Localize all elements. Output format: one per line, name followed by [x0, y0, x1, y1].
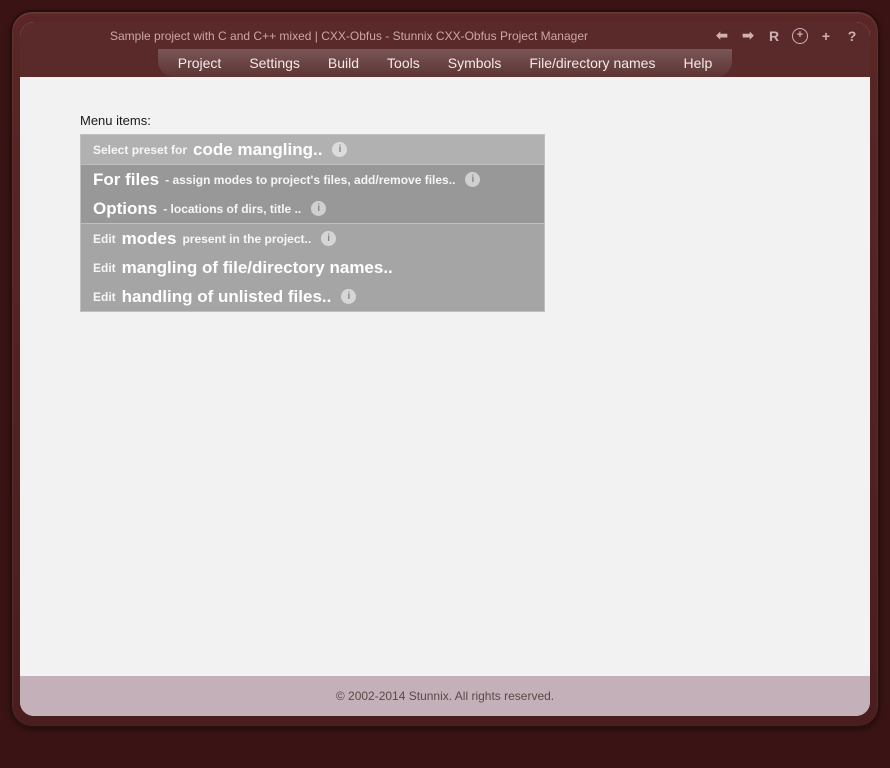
info-icon[interactable]: i — [321, 231, 336, 246]
row-main: For files — [93, 170, 159, 190]
menu-items-heading: Menu items: — [80, 113, 810, 128]
row-prefix: Select preset for — [93, 143, 187, 157]
window-content: Sample project with C and C++ mixed | CX… — [20, 22, 870, 716]
title-controls: ⬅ ➡ R + + ? — [714, 28, 860, 44]
menu-symbols[interactable]: Symbols — [448, 55, 502, 71]
menu-help[interactable]: Help — [683, 55, 712, 71]
info-icon[interactable]: i — [341, 289, 356, 304]
zoom-icon[interactable]: + — [792, 28, 808, 44]
row-edit-unlisted[interactable]: Edit handling of unlisted files.. i — [81, 282, 544, 311]
row-for-files[interactable]: For files - assign modes to project's fi… — [81, 165, 544, 194]
help-icon[interactable]: ? — [844, 28, 860, 44]
window-title: Sample project with C and C++ mixed | CX… — [110, 29, 714, 43]
footer: © 2002-2014 Stunnix. All rights reserved… — [20, 676, 870, 716]
row-prefix: Edit — [93, 290, 116, 304]
back-icon[interactable]: ⬅ — [714, 28, 730, 44]
row-edit-mangling[interactable]: Edit mangling of file/directory names.. — [81, 253, 544, 282]
row-main: handling of unlisted files.. — [122, 287, 332, 307]
menu-group-2: For files - assign modes to project's fi… — [80, 165, 545, 224]
info-icon[interactable]: i — [332, 142, 347, 157]
menu-bar: Project Settings Build Tools Symbols Fil… — [20, 49, 870, 77]
reload-icon[interactable]: R — [766, 28, 782, 44]
row-desc: - assign modes to project's files, add/r… — [165, 173, 455, 187]
row-main: Options — [93, 199, 157, 219]
footer-text: © 2002-2014 Stunnix. All rights reserved… — [336, 689, 554, 703]
menu-tools[interactable]: Tools — [387, 55, 420, 71]
row-options[interactable]: Options - locations of dirs, title .. i — [81, 194, 544, 223]
window-frame: Sample project with C and C++ mixed | CX… — [10, 10, 880, 728]
menu-tabs: Project Settings Build Tools Symbols Fil… — [158, 49, 733, 77]
row-edit-modes[interactable]: Edit modes present in the project.. i — [81, 224, 544, 253]
title-bar: Sample project with C and C++ mixed | CX… — [20, 22, 870, 49]
content-area: Menu items: Select preset for code mangl… — [20, 77, 870, 676]
row-main: code mangling.. — [193, 140, 322, 160]
info-icon[interactable]: i — [311, 201, 326, 216]
row-select-preset[interactable]: Select preset for code mangling.. i — [81, 135, 544, 164]
info-icon[interactable]: i — [465, 172, 480, 187]
menu-group-3: Edit modes present in the project.. i Ed… — [80, 224, 545, 312]
row-prefix: Edit — [93, 261, 116, 275]
plus-icon[interactable]: + — [818, 28, 834, 44]
menu-list: Select preset for code mangling.. i For … — [80, 134, 545, 312]
row-main: modes — [122, 229, 177, 249]
row-desc: - locations of dirs, title .. — [163, 202, 301, 216]
row-prefix: Edit — [93, 232, 116, 246]
menu-filedir[interactable]: File/directory names — [529, 55, 655, 71]
menu-build[interactable]: Build — [328, 55, 359, 71]
forward-icon[interactable]: ➡ — [740, 28, 756, 44]
row-main: mangling of file/directory names.. — [122, 258, 393, 278]
row-desc: present in the project.. — [182, 232, 311, 246]
menu-settings[interactable]: Settings — [249, 55, 300, 71]
menu-group-1: Select preset for code mangling.. i — [80, 134, 545, 165]
menu-project[interactable]: Project — [178, 55, 222, 71]
